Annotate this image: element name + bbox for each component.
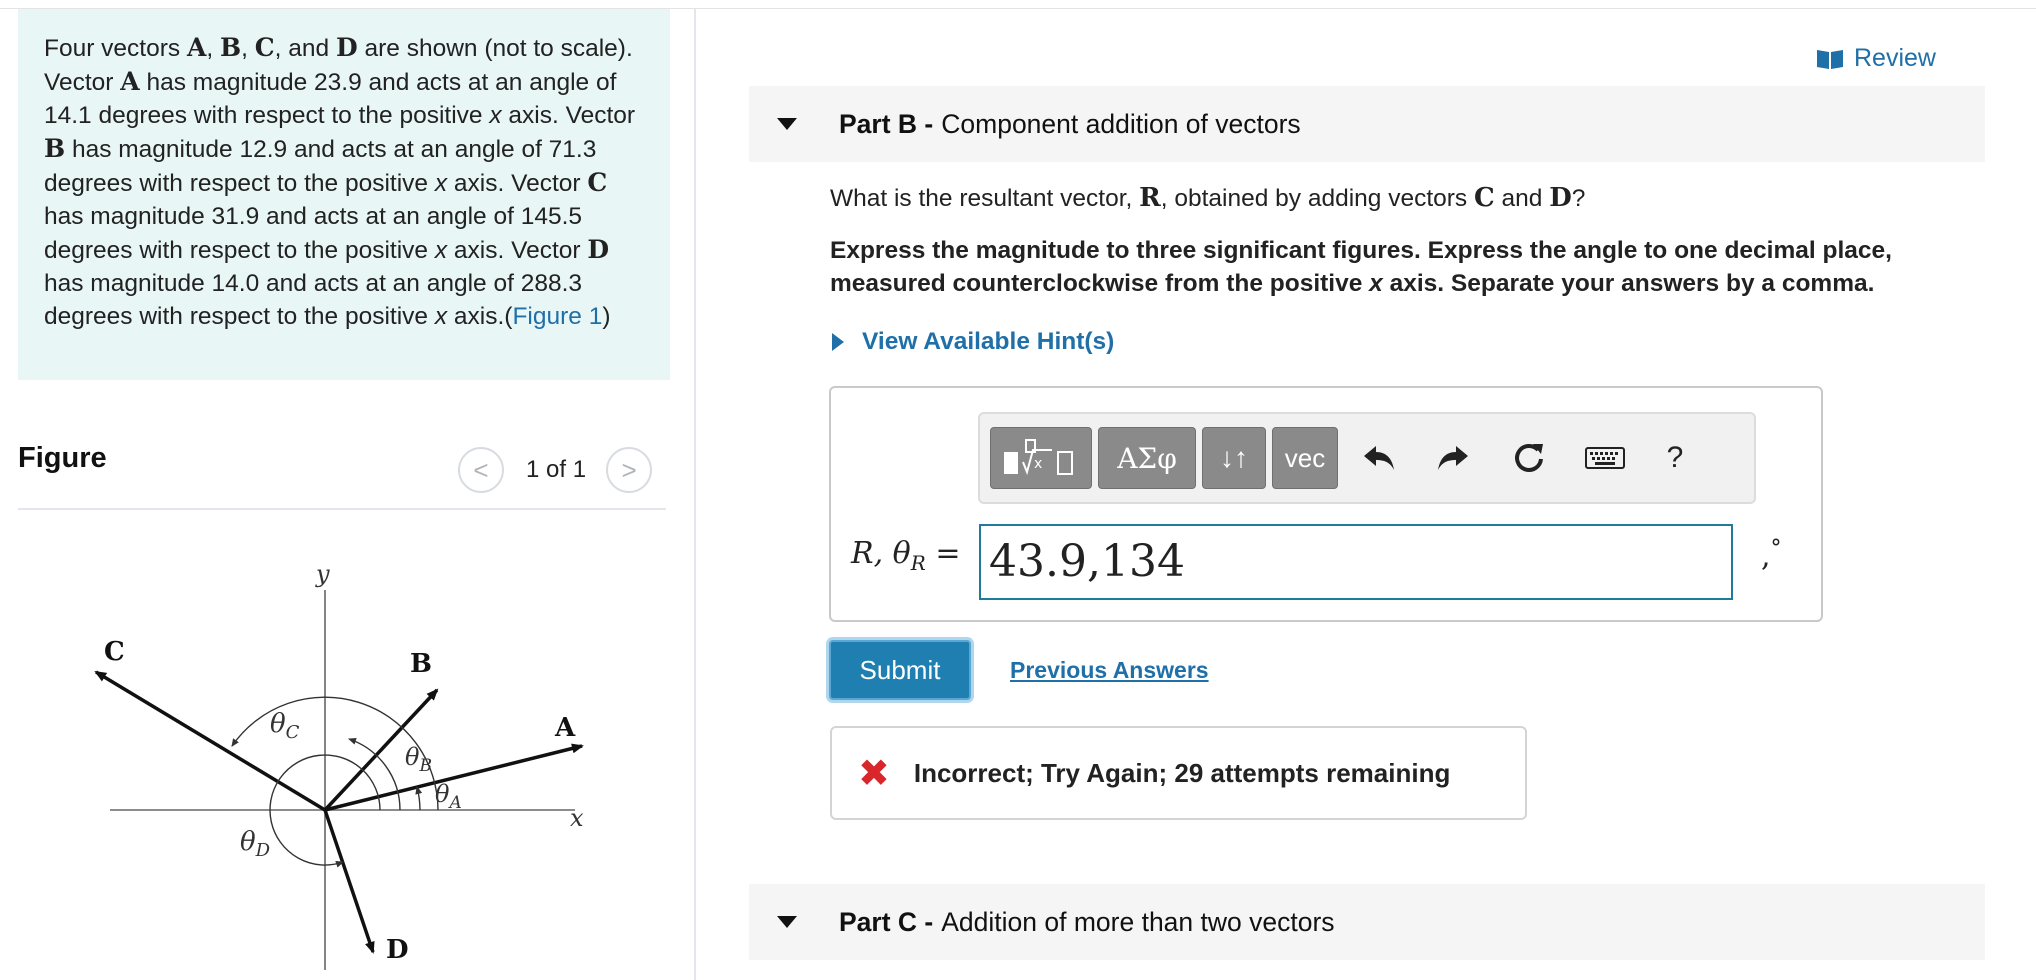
next-figure-button[interactable]: >: [606, 447, 653, 493]
reset-icon: [1515, 444, 1543, 472]
label-d: D: [386, 935, 409, 965]
vector-figure: y x A B C D θC θB θA θD: [94, 560, 584, 970]
math-toolbar: x ΑΣφ ↓↑ vec ?: [978, 412, 1756, 504]
theta-a-label: θA: [435, 780, 462, 813]
vector-d: [323, 809, 375, 954]
greek-symbols-button[interactable]: ΑΣφ: [1098, 427, 1196, 489]
previous-figure-button[interactable]: <: [458, 447, 504, 493]
review-link[interactable]: Review: [1816, 44, 1936, 73]
x-axis-label: x: [570, 804, 584, 832]
instructions-text: Express the magnitude to three significa…: [830, 237, 1892, 297]
chevron-left-icon: <: [473, 454, 489, 485]
chevron-right-icon: >: [621, 454, 637, 485]
y-axis-label: y: [315, 560, 330, 588]
question-mark-icon: ?: [1666, 441, 1684, 474]
expand-triangle-icon: [832, 333, 844, 351]
figure-divider: [18, 508, 666, 510]
svg-text:x: x: [1034, 456, 1042, 472]
help-button[interactable]: ?: [1644, 427, 1706, 489]
submit-button[interactable]: Submit: [829, 640, 971, 700]
problem-statement: Four vectors A, B, C, and D are shown (n…: [18, 9, 670, 380]
answer-box: x ΑΣφ ↓↑ vec ? R, θR = 43.9,134 ,°: [829, 386, 1823, 622]
collapse-triangle-icon: [777, 916, 797, 928]
top-border: [0, 0, 2036, 9]
templates-icon: x: [1004, 439, 1073, 476]
keyboard-icon: [1585, 447, 1625, 469]
angle-arc-a: [415, 786, 423, 811]
redo-icon: [1438, 446, 1468, 470]
theta-c-label: θC: [270, 709, 300, 743]
previous-answers-link[interactable]: Previous Answers: [1010, 657, 1209, 684]
keyboard-button[interactable]: [1574, 427, 1636, 489]
part-c-label: Part C -: [839, 906, 934, 937]
incorrect-x-icon: ✖: [858, 752, 890, 795]
label-a: A: [554, 713, 576, 743]
panel-divider: [694, 9, 696, 980]
undo-button[interactable]: [1348, 427, 1410, 489]
theta-b-label: θB: [405, 743, 432, 776]
part-b-title: Component addition of vectors: [941, 108, 1301, 139]
subscript-superscript-button[interactable]: ↓↑: [1202, 427, 1266, 489]
part-b-label: Part B -: [839, 108, 934, 139]
part-b-header[interactable]: Part B - Component addition of vectors: [749, 86, 1985, 162]
figure-pager: < 1 of 1 >: [458, 445, 653, 495]
vector-button[interactable]: vec: [1272, 427, 1338, 489]
theta-d-label: θD: [240, 827, 271, 861]
reset-button[interactable]: [1498, 427, 1560, 489]
figure-page-count: 1 of 1: [526, 456, 587, 483]
view-hints-link[interactable]: View Available Hint(s): [830, 328, 1114, 356]
question-text: What is the resultant vector, R, obtaine…: [830, 183, 1586, 213]
figure-title: Figure: [18, 442, 107, 474]
part-c-header[interactable]: Part C - Addition of more than two vecto…: [749, 884, 1985, 960]
answer-label: R, θR =: [851, 536, 961, 575]
feedback-message: Incorrect; Try Again; 29 attempts remain…: [913, 757, 1451, 788]
redo-button[interactable]: [1422, 427, 1484, 489]
collapse-triangle-icon: [777, 118, 797, 130]
part-c-title: Addition of more than two vectors: [941, 906, 1335, 937]
book-icon: [1817, 49, 1843, 69]
feedback-box: ✖ Incorrect; Try Again; 29 attempts rema…: [830, 726, 1527, 820]
arrows-icon: ↓↑: [1220, 442, 1248, 473]
undo-icon: [1364, 446, 1394, 470]
label-b: B: [410, 649, 432, 679]
figure-link[interactable]: Figure 1: [512, 303, 602, 330]
answer-input[interactable]: 43.9,134: [979, 524, 1733, 600]
label-c: C: [104, 637, 125, 667]
templates-button[interactable]: x: [990, 427, 1092, 489]
answer-units: ,°: [1761, 536, 1782, 574]
